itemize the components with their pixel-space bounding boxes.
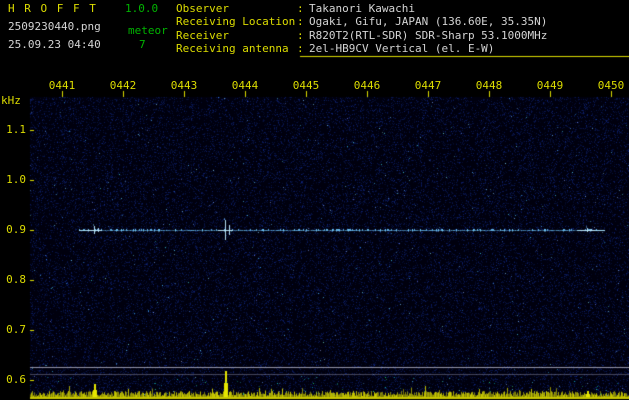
time-tick-label: 0449: [536, 79, 564, 92]
hrofft-output-window: H R O F F T 1.0.0 2509230440.png meteor …: [0, 0, 629, 400]
info-colon: :: [297, 42, 304, 56]
freq-tick-label: 0.9: [6, 223, 26, 236]
time-tick-label: 0450: [597, 79, 625, 92]
meteor-count: 7: [139, 38, 146, 51]
freq-tick-label: 1.0: [6, 173, 26, 186]
info-colon: :: [297, 2, 304, 15]
freq-tick-label: 0.8: [6, 273, 26, 286]
time-tick-label: 0442: [109, 79, 137, 92]
time-tick-label: 0448: [475, 79, 503, 92]
spectrogram-canvas: [0, 0, 629, 400]
time-tick-label: 0443: [170, 79, 198, 92]
freq-tick-label: 1.1: [6, 123, 26, 136]
info-value: 2el-HB9CV Vertical (el. E-W): [309, 42, 495, 56]
time-tick-label: 0445: [292, 79, 320, 92]
info-colon: :: [297, 15, 304, 29]
app-title: H R O F F T: [8, 2, 98, 15]
info-value: R820T2(RTL-SDR) SDR-Sharp 53.1000MHz: [309, 28, 548, 42]
station-info: Observer : Takanori Kawachi Receiving Lo…: [176, 2, 548, 57]
app-version: 1.0.0: [125, 2, 159, 15]
time-tick-label: 0446: [353, 79, 381, 92]
freq-tick-label: 0.6: [6, 373, 26, 386]
mode-label: meteor: [128, 24, 168, 37]
info-label: Receiver: [176, 28, 229, 42]
time-tick-label: 0447: [414, 79, 442, 92]
info-label: Receiving Location: [176, 15, 296, 29]
output-filename: 2509230440.png: [8, 20, 101, 33]
freq-tick-label: 0.7: [6, 323, 26, 336]
info-value: Ogaki, Gifu, JAPAN (136.60E, 35.35N): [309, 15, 548, 29]
time-tick-label: 0441: [48, 79, 76, 92]
y-axis-unit: kHz: [1, 94, 21, 107]
info-label: Receiving antenna: [176, 42, 289, 56]
info-colon: :: [297, 28, 304, 42]
time-tick-label: 0444: [231, 79, 259, 92]
info-value: Takanori Kawachi: [309, 2, 415, 15]
info-label: Observer: [176, 2, 229, 15]
timestamp: 25.09.23 04:40: [8, 38, 101, 51]
